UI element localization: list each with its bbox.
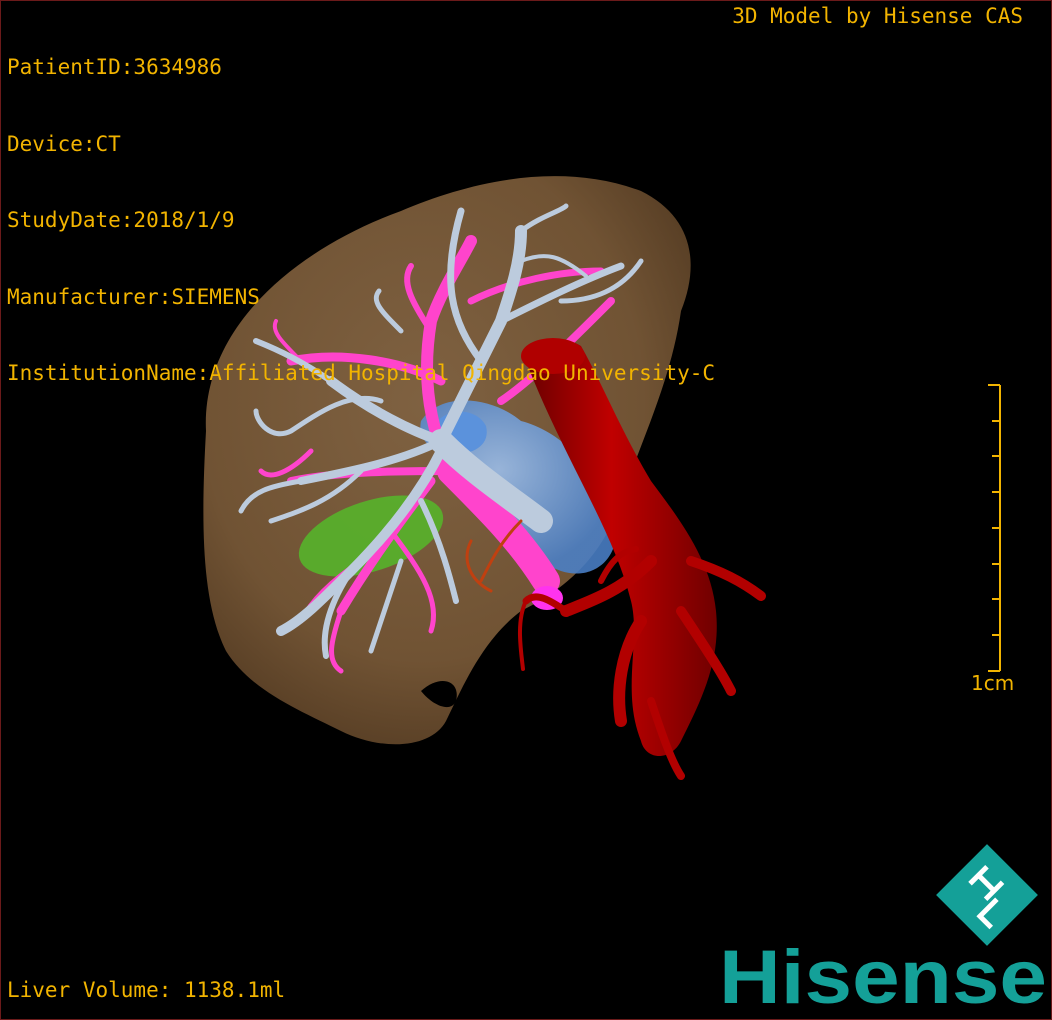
scale-label: 1cm	[971, 671, 1015, 695]
device: Device:CT	[7, 131, 121, 156]
institution-name: InstitutionName:Affiliated Hospital Qing…	[7, 361, 716, 385]
hisense-wordmark: Hisense	[719, 939, 1047, 1013]
liver-volume: Liver Volume: 1138.1ml	[7, 977, 286, 1002]
manufacturer: Manufacturer:SIEMENS	[7, 284, 260, 309]
hisense-logo-mark	[936, 844, 1038, 946]
study-date: StudyDate:2018/1/9	[7, 208, 235, 232]
patient-id: PatientID:3634986	[7, 55, 222, 79]
svg-text:Hisense: Hisense	[719, 939, 1047, 1013]
3d-viewport[interactable]: PatientID:3634986 Device:CT StudyDate:20…	[0, 0, 1052, 1020]
scale-bar	[988, 384, 1001, 672]
brand-label: 3D Model by Hisense CAS	[732, 4, 1023, 28]
patient-info-overlay: PatientID:3634986 Device:CT StudyDate:20…	[7, 4, 715, 438]
